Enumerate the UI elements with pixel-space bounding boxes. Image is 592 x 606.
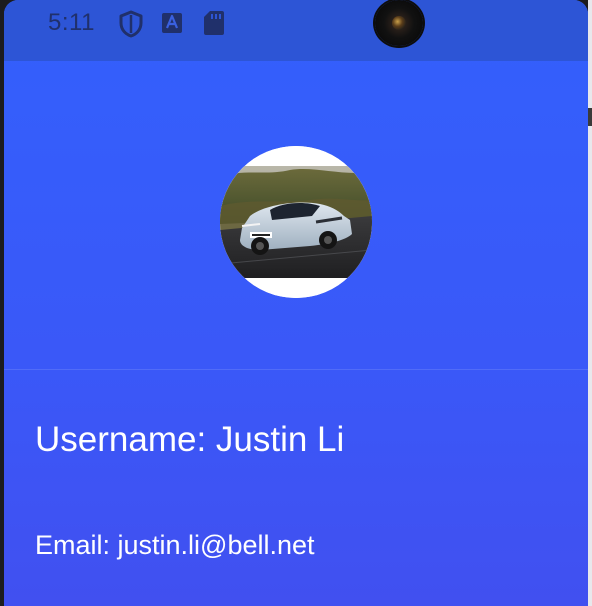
status-bar: 5:11 [4, 0, 588, 61]
sd-card-icon [203, 10, 225, 41]
screen-edge [588, 0, 592, 606]
profile-avatar[interactable] [220, 146, 372, 298]
shield-icon [118, 10, 144, 43]
username-label: Username: Justin Li [35, 420, 345, 459]
car-photo [220, 146, 372, 298]
email-label: Email: justin.li@bell.net [35, 530, 315, 560]
app-screen: 5:11 Username: Justin Li Email: justin.l… [4, 0, 588, 606]
section-divider [4, 369, 588, 370]
a-box-icon [161, 12, 183, 39]
edge-marker [588, 108, 592, 126]
front-camera [375, 0, 423, 46]
camera-lens [392, 16, 406, 30]
status-time: 5:11 [48, 9, 95, 36]
